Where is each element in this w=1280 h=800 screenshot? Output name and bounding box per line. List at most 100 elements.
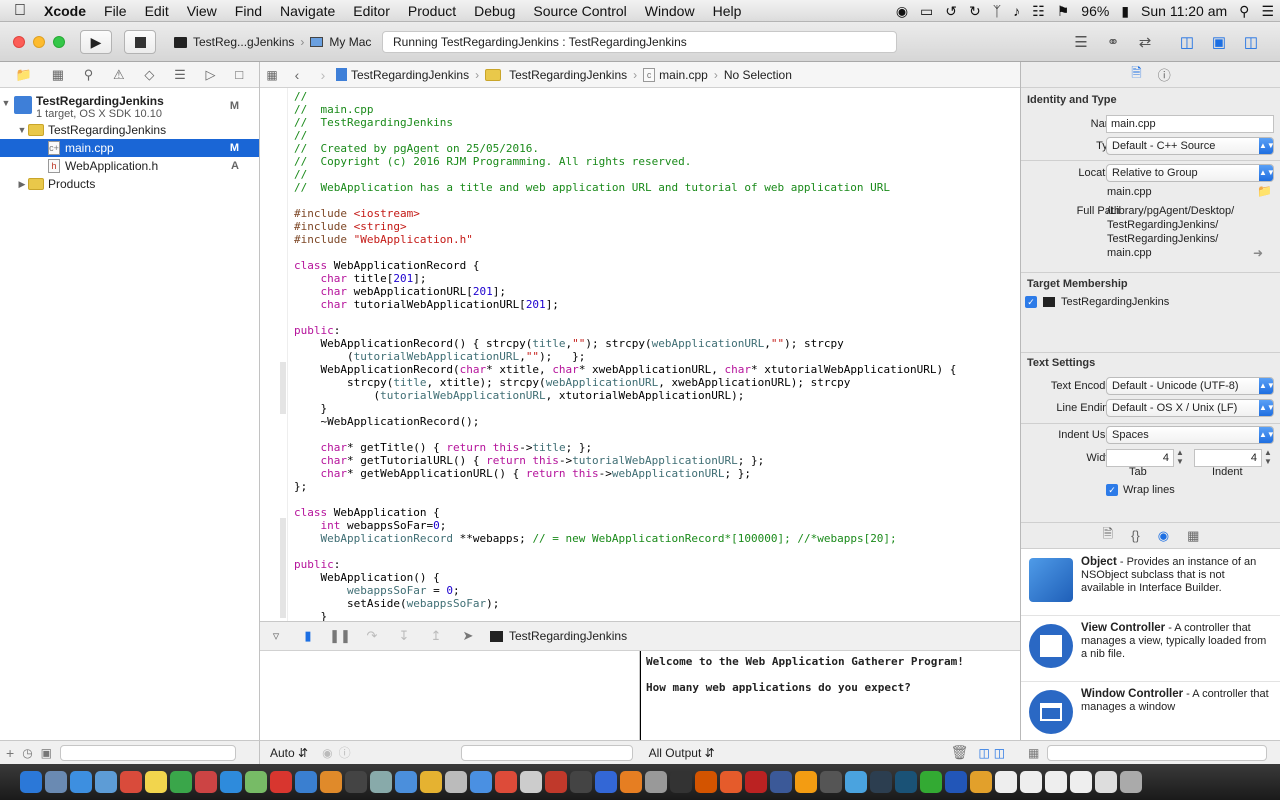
simulate-location-icon[interactable]: ➤ xyxy=(452,628,484,644)
code-line[interactable]: } xyxy=(294,610,1014,621)
media-library-icon[interactable]: ▦ xyxy=(1187,528,1199,544)
dock-app-icon[interactable] xyxy=(870,771,892,793)
code-snippet-library-icon[interactable]: {} xyxy=(1131,528,1140,543)
file-template-library-icon[interactable]: 🗎 xyxy=(1103,525,1113,547)
quick-look-icon[interactable]: ◉ xyxy=(322,746,332,760)
dock-app-icon[interactable] xyxy=(845,771,867,793)
menu-find[interactable]: Find xyxy=(226,3,271,19)
indent-width-field[interactable]: 4 xyxy=(1194,449,1262,467)
library-item-object[interactable]: Object - Provides an instance of an NSOb… xyxy=(1021,550,1280,616)
menu-source-control[interactable]: Source Control xyxy=(524,3,635,19)
tab-width-field[interactable]: 4 xyxy=(1106,449,1174,467)
dock-app-icon[interactable] xyxy=(495,771,517,793)
recent-files-icon[interactable]: ◷ xyxy=(22,746,32,760)
code-line[interactable]: webappsSoFar = 0; xyxy=(294,584,1014,597)
console-output-popup[interactable]: All Output ⇵ xyxy=(649,746,715,760)
menu-app-name[interactable]: Xcode xyxy=(40,3,95,19)
dock-app-icon[interactable] xyxy=(245,771,267,793)
related-items-icon[interactable]: ▦ xyxy=(260,68,284,82)
find-navigator-icon[interactable]: ⚲ xyxy=(84,67,94,83)
dock-app-icon[interactable] xyxy=(345,771,367,793)
location-popup[interactable]: Relative to Group ▲▼ xyxy=(1106,164,1275,182)
reveal-in-finder-icon[interactable]: ➜ xyxy=(1253,246,1263,260)
menu-view[interactable]: View xyxy=(178,3,226,19)
dock-app-icon[interactable] xyxy=(20,771,42,793)
encoding-popup[interactable]: Default - Unicode (UTF-8) ▲▼ xyxy=(1106,377,1275,395)
dock-app-icon[interactable] xyxy=(295,771,317,793)
dock-app-icon[interactable] xyxy=(220,771,242,793)
dock-app-icon[interactable] xyxy=(720,771,742,793)
code-line[interactable]: char title[201]; xyxy=(294,272,1014,285)
code-line[interactable]: char* getTutorialURL() { return this->tu… xyxy=(294,454,1014,467)
dock-app-icon[interactable] xyxy=(470,771,492,793)
target-checkbox[interactable]: ✓ xyxy=(1025,296,1037,308)
show-variables-icon[interactable]: ◫ xyxy=(978,746,989,760)
debug-navigator-icon[interactable]: ☰ xyxy=(174,67,186,83)
menu-file[interactable]: File xyxy=(95,3,136,19)
reveal-folder-icon[interactable]: 📁 xyxy=(1257,184,1272,198)
wifi-icon[interactable]: ☷ xyxy=(1026,3,1051,20)
trash-icon[interactable]: 🗑 xyxy=(951,744,969,761)
dock-app-icon[interactable] xyxy=(145,771,167,793)
dock-app-icon[interactable] xyxy=(945,771,967,793)
tab-width-stepper[interactable]: ▲ ▼ xyxy=(1176,448,1184,466)
status-circle-icon[interactable]: ◉ xyxy=(890,3,914,20)
crumb-file[interactable]: c main.cpp xyxy=(643,67,714,82)
dock-app-icon[interactable] xyxy=(570,771,592,793)
disclosure-open-icon[interactable]: ▼ xyxy=(16,125,28,135)
variables-view[interactable] xyxy=(260,651,640,740)
code-line[interactable]: // Copyright (c) 2016 RJM Programming. A… xyxy=(294,155,1014,168)
dock-app-icon[interactable] xyxy=(120,771,142,793)
spotlight-icon[interactable]: ⚲ xyxy=(1233,3,1255,20)
code-line[interactable]: // xyxy=(294,90,1014,103)
code-line[interactable]: (tutorialWebApplicationURL, xtutorialWeb… xyxy=(294,389,1014,402)
toggle-utilities-icon[interactable]: ◫ xyxy=(1236,31,1266,53)
dock-app-icon[interactable] xyxy=(395,771,417,793)
console-output[interactable]: Welcome to the Web Application Gatherer … xyxy=(641,651,1020,740)
report-navigator-icon[interactable]: □ xyxy=(235,67,243,82)
dock-app-icon[interactable] xyxy=(1070,771,1092,793)
wrap-lines-checkbox[interactable]: ✓ xyxy=(1106,484,1118,496)
close-window-button[interactable] xyxy=(13,36,25,48)
dock-app-icon[interactable] xyxy=(545,771,567,793)
dock-app-icon[interactable] xyxy=(320,771,342,793)
hide-debug-area-icon[interactable]: ▿ xyxy=(260,628,292,644)
code-line[interactable]: (tutorialWebApplicationURL,""); }; xyxy=(294,350,1014,363)
library-item-window-controller[interactable]: Window Controller - A controller that ma… xyxy=(1021,682,1280,748)
code-line[interactable]: // xyxy=(294,168,1014,181)
step-into-icon[interactable]: ↧ xyxy=(388,628,420,644)
indent-width-stepper[interactable]: ▲ ▼ xyxy=(1264,448,1272,466)
dock-app-icon[interactable] xyxy=(695,771,717,793)
menu-help[interactable]: Help xyxy=(704,3,751,19)
add-icon[interactable]: + xyxy=(6,745,14,761)
menu-editor[interactable]: Editor xyxy=(344,3,399,19)
battery-icon[interactable]: ▮ xyxy=(1115,3,1135,20)
file-row-main-cpp[interactable]: c+ main.cpp M xyxy=(0,139,259,157)
dock-app-icon[interactable] xyxy=(820,771,842,793)
code-line[interactable]: }; xyxy=(294,480,1014,493)
toggle-navigator-icon[interactable]: ◫ xyxy=(1172,31,1202,53)
code-line[interactable]: class WebApplication { xyxy=(294,506,1014,519)
scm-filter-icon[interactable]: ▣ xyxy=(41,746,52,760)
breakpoint-navigator-icon[interactable]: ▷ xyxy=(206,67,216,83)
issue-navigator-icon[interactable]: ⚠ xyxy=(113,67,125,83)
grid-view-icon[interactable]: ▦ xyxy=(1028,746,1039,760)
menu-edit[interactable]: Edit xyxy=(136,3,178,19)
clock[interactable]: Sun 11:20 am xyxy=(1135,3,1233,19)
code-line[interactable]: setAside(webappsSoFar); xyxy=(294,597,1014,610)
dock-app-icon[interactable] xyxy=(670,771,692,793)
sync-icon[interactable]: ↻ xyxy=(963,3,987,20)
dock-app-icon[interactable] xyxy=(995,771,1017,793)
dock-app-icon[interactable] xyxy=(620,771,642,793)
library-filter-input[interactable] xyxy=(1047,744,1268,761)
code-line[interactable] xyxy=(294,311,1014,324)
code-line[interactable]: WebApplicationRecord(char* xtitle, char*… xyxy=(294,363,1014,376)
dock-app-icon[interactable] xyxy=(595,771,617,793)
menu-product[interactable]: Product xyxy=(399,3,465,19)
dock-app-icon[interactable] xyxy=(895,771,917,793)
step-over-icon[interactable]: ↷ xyxy=(356,628,388,644)
apple-icon[interactable]:  xyxy=(0,2,40,20)
test-navigator-icon[interactable]: ◇ xyxy=(144,67,154,83)
variables-filter-input[interactable] xyxy=(460,744,633,761)
dock-app-icon[interactable] xyxy=(1095,771,1117,793)
